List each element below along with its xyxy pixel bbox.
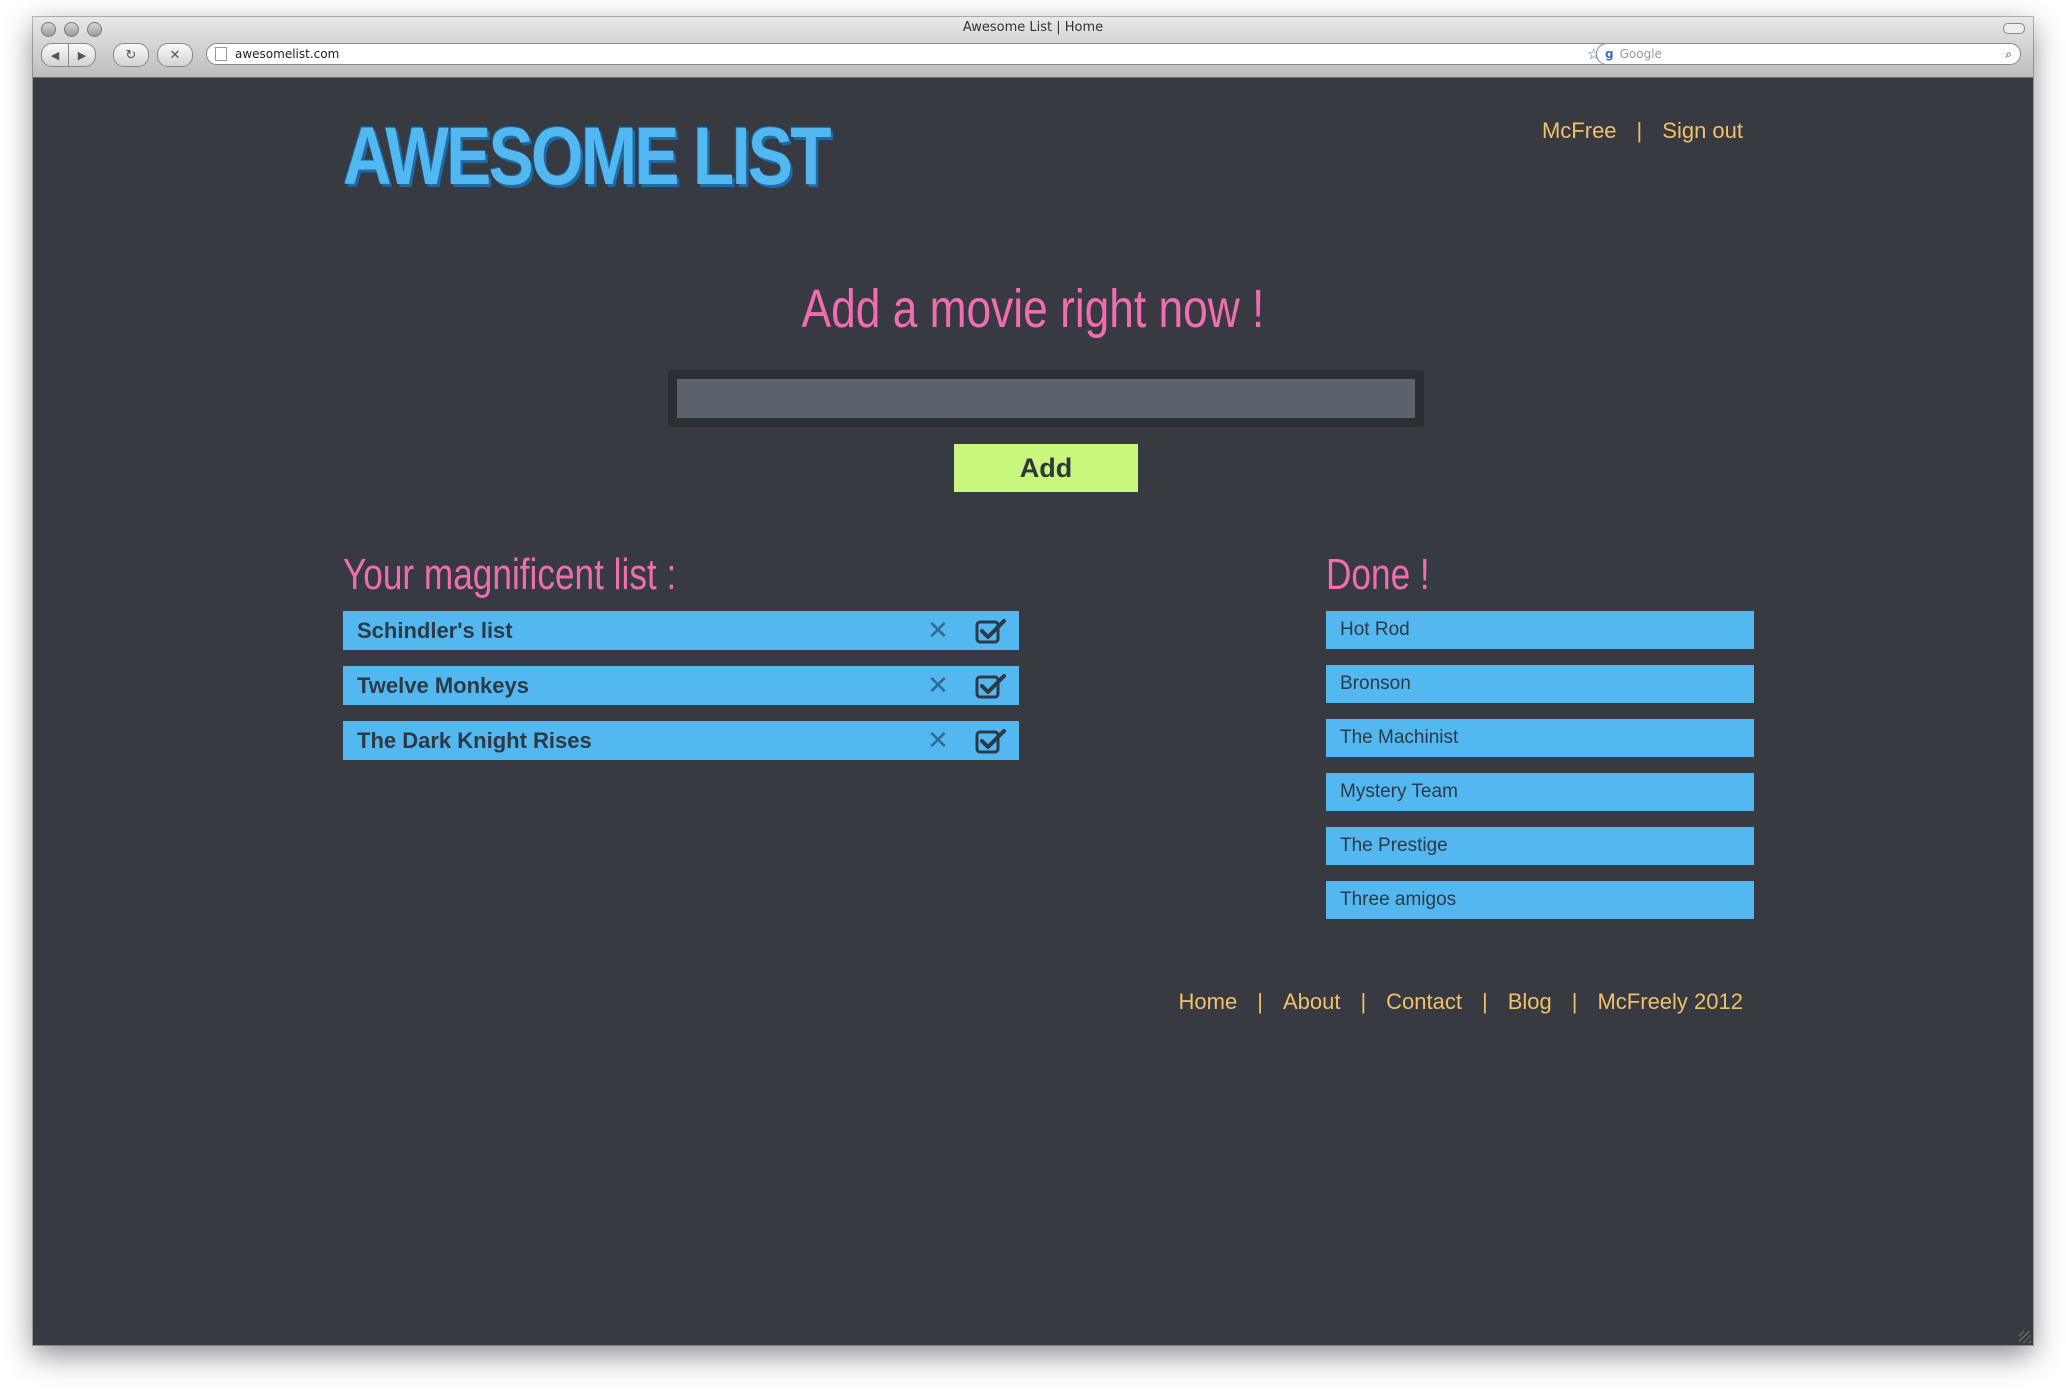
todo-list: Schindler's list ✕ Twelve Monkeys ✕ The …: [343, 611, 1019, 776]
footer-separator: |: [1482, 989, 1488, 1014]
footer-separator: |: [1571, 989, 1578, 1014]
close-icon[interactable]: ✕: [923, 616, 953, 646]
reload-icon: ↻: [125, 47, 137, 63]
close-icon[interactable]: ✕: [923, 671, 953, 701]
search-icon[interactable]: ⌕: [2005, 47, 2012, 62]
stop-button[interactable]: ✕: [157, 43, 193, 67]
search-field[interactable]: g Google ⌕: [1596, 43, 2021, 65]
browser-toolbar: Awesome List | Home ◀ ▶ ↻ ✕ awesomelist.…: [33, 17, 2033, 78]
window-resize-handle[interactable]: [2019, 1331, 2031, 1343]
done-item[interactable]: The Machinist: [1326, 719, 1754, 757]
page-icon: [215, 47, 227, 61]
footer-link-about[interactable]: About: [1283, 989, 1341, 1015]
footer-separator: |: [1360, 989, 1367, 1014]
footer-separator: |: [1257, 989, 1263, 1014]
window-title: Awesome List | Home: [962, 20, 1104, 35]
browser-window: Awesome List | Home ◀ ▶ ↻ ✕ awesomelist.…: [33, 17, 2033, 1345]
site-logo[interactable]: AWESOME LIST: [343, 112, 831, 202]
footer-link-home[interactable]: Home: [1179, 989, 1238, 1015]
reload-button[interactable]: ↻: [113, 43, 149, 67]
add-button[interactable]: Add: [954, 444, 1138, 492]
page-content: AWESOME LIST McFree | Sign out Add a mov…: [33, 78, 2033, 1345]
user-nav: McFree | Sign out: [1542, 118, 1743, 144]
movie-input-wrapper: [668, 370, 1424, 427]
done-item[interactable]: The Prestige: [1326, 827, 1754, 865]
todo-list-title: Your magnificent list :: [343, 550, 677, 599]
done-list: Hot Rod Bronson The Machinist Mystery Te…: [1326, 611, 1754, 935]
checkbox-checked-icon[interactable]: [975, 728, 1007, 754]
done-item[interactable]: Bronson: [1326, 665, 1754, 703]
done-item[interactable]: Three amigos: [1326, 881, 1754, 919]
history-buttons: ◀ ▶: [41, 43, 96, 67]
todo-item-label: Schindler's list: [357, 617, 513, 643]
close-icon[interactable]: ✕: [923, 726, 953, 756]
footer-copyright-link[interactable]: McFreely 2012: [1597, 989, 1743, 1015]
footer-nav: Home | About | Contact | Blog | McFreely…: [1179, 989, 1743, 1015]
done-list-title: Done !: [1326, 550, 1430, 599]
forward-arrow-icon: ▶: [77, 48, 87, 62]
footer-link-blog[interactable]: Blog: [1508, 989, 1552, 1015]
toolbar-toggle-button[interactable]: [2003, 23, 2025, 34]
back-arrow-icon: ◀: [50, 48, 60, 62]
todo-item: Twelve Monkeys ✕: [343, 666, 1019, 705]
google-icon[interactable]: g: [1605, 47, 1614, 61]
address-bar[interactable]: awesomelist.com ☆▾: [206, 43, 1619, 65]
todo-item: The Dark Knight Rises ✕: [343, 721, 1019, 760]
back-button[interactable]: ◀: [41, 43, 69, 67]
todo-item-label: Twelve Monkeys: [357, 672, 529, 698]
forward-button[interactable]: ▶: [69, 43, 96, 67]
nav-separator: |: [1636, 118, 1643, 143]
search-placeholder: Google: [1619, 47, 1662, 61]
movie-input[interactable]: [677, 379, 1415, 418]
url-text[interactable]: awesomelist.com: [235, 47, 1587, 61]
done-item[interactable]: Hot Rod: [1326, 611, 1754, 649]
sign-out-link[interactable]: Sign out: [1662, 118, 1743, 144]
checkbox-checked-icon[interactable]: [975, 673, 1007, 699]
footer-link-contact[interactable]: Contact: [1386, 989, 1462, 1015]
checkbox-checked-icon[interactable]: [975, 618, 1007, 644]
user-name-link[interactable]: McFree: [1542, 118, 1617, 144]
todo-item-label: The Dark Knight Rises: [357, 727, 592, 753]
done-item[interactable]: Mystery Team: [1326, 773, 1754, 811]
add-movie-title: Add a movie right now !: [801, 279, 1265, 339]
stop-icon: ✕: [169, 47, 181, 63]
todo-item: Schindler's list ✕: [343, 611, 1019, 650]
